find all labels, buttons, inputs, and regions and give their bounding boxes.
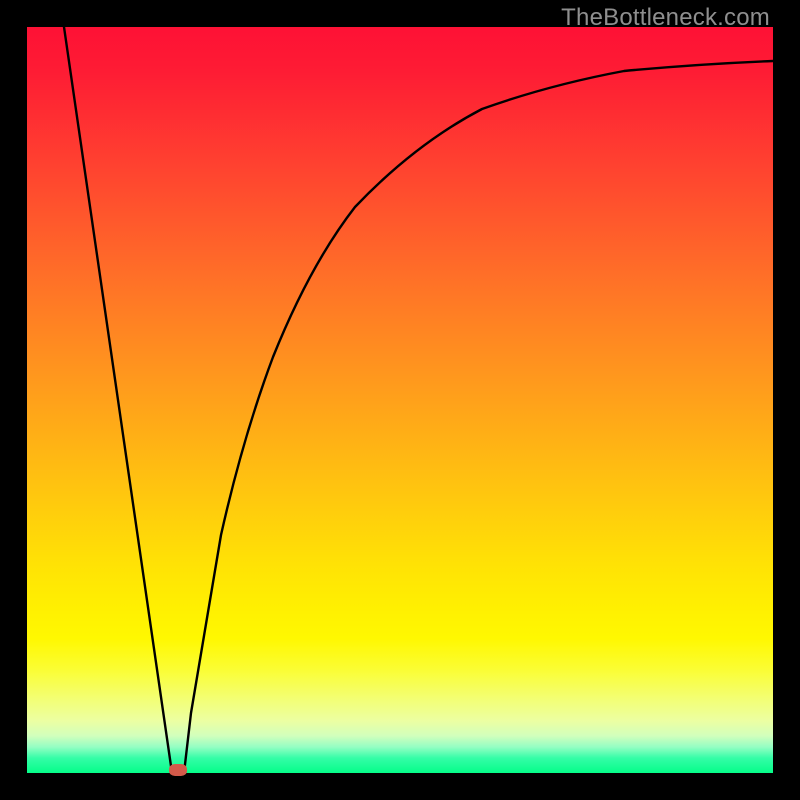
curve-svg — [27, 27, 773, 773]
curve-left — [64, 27, 172, 773]
watermark-text: TheBottleneck.com — [561, 4, 770, 32]
chart-frame: TheBottleneck.com — [0, 0, 800, 800]
plot-area — [27, 27, 773, 773]
minimum-marker — [169, 764, 187, 776]
curve-right — [184, 61, 773, 773]
